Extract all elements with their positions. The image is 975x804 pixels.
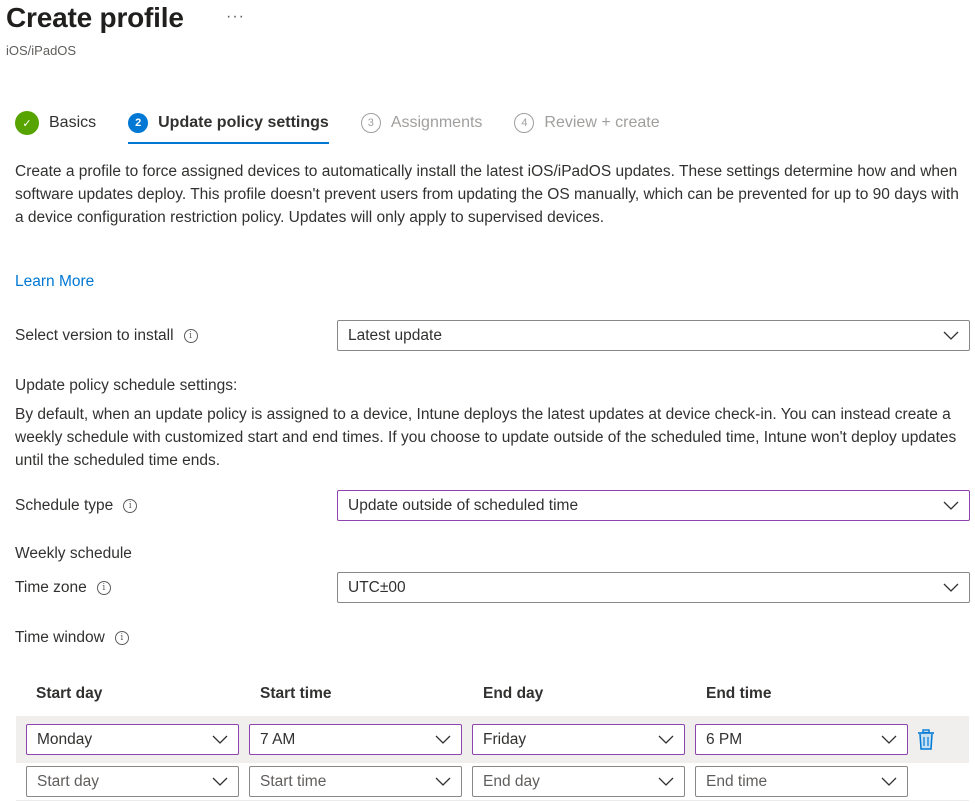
intro-description: Create a profile to force assigned devic… xyxy=(15,163,959,226)
learn-more-link[interactable]: Learn More xyxy=(15,273,94,291)
start-time-placeholder: Start time xyxy=(260,772,327,790)
step-update-policy-settings[interactable]: 2 Update policy settings xyxy=(128,110,329,144)
new-end-time-select[interactable]: End time xyxy=(695,766,908,797)
time-zone-label: Time zone i xyxy=(15,579,111,597)
column-header-end-day: End day xyxy=(483,685,544,702)
step-label: Basics xyxy=(49,114,97,131)
new-end-day-select[interactable]: End day xyxy=(472,766,685,797)
new-start-time-select[interactable]: Start time xyxy=(249,766,462,797)
step-number-icon: 3 xyxy=(360,113,381,133)
end-time-placeholder: End time xyxy=(706,772,768,790)
version-label: Select version to install i xyxy=(15,327,198,345)
schedule-description: By default, when an update policy is ass… xyxy=(15,406,957,469)
chevron-down-icon xyxy=(881,735,897,744)
chevron-down-icon xyxy=(943,331,959,340)
chevron-down-icon xyxy=(435,777,451,786)
end-day-placeholder: End day xyxy=(483,772,540,790)
chevron-down-icon xyxy=(212,735,228,744)
step-basics[interactable]: ✓ Basics xyxy=(15,110,96,136)
step-review-create[interactable]: 4 Review + create xyxy=(514,110,660,136)
end-day-value: Friday xyxy=(483,730,527,748)
end-time-select[interactable]: 6 PM xyxy=(695,724,908,755)
page-subtitle: iOS/iPadOS xyxy=(6,43,77,58)
time-zone-label-text: Time zone xyxy=(15,579,87,596)
chevron-down-icon xyxy=(658,735,674,744)
more-options-button[interactable]: ··· xyxy=(226,8,245,26)
weekly-schedule-heading: Weekly schedule xyxy=(15,545,132,562)
page-title: Create profile xyxy=(6,2,184,33)
step-label: Review + create xyxy=(544,114,660,131)
schedule-type-label: Schedule type i xyxy=(15,497,138,515)
schedule-type-select[interactable]: Update outside of scheduled time xyxy=(337,490,970,521)
schedule-type-label-text: Schedule type xyxy=(15,497,114,514)
time-zone-select[interactable]: UTC±00 xyxy=(337,572,970,603)
step-number-icon: 2 xyxy=(128,113,149,133)
start-day-value: Monday xyxy=(37,730,93,748)
version-label-text: Select version to install xyxy=(15,327,174,344)
time-window-label: Time window i xyxy=(15,629,129,647)
column-header-end-time: End time xyxy=(706,685,772,702)
info-icon[interactable]: i xyxy=(96,581,111,595)
step-label: Update policy settings xyxy=(158,114,329,131)
info-icon[interactable]: i xyxy=(114,631,129,645)
end-day-select[interactable]: Friday xyxy=(472,724,685,755)
schedule-heading: Update policy schedule settings: xyxy=(15,377,238,394)
time-zone-value: UTC±00 xyxy=(348,578,406,596)
step-assignments[interactable]: 3 Assignments xyxy=(360,110,483,136)
chevron-down-icon xyxy=(658,777,674,786)
step-number-icon: 4 xyxy=(514,113,535,133)
chevron-down-icon xyxy=(881,777,897,786)
chevron-down-icon xyxy=(212,777,228,786)
end-time-value: 6 PM xyxy=(706,730,743,748)
time-window-label-text: Time window xyxy=(15,629,105,646)
info-icon[interactable]: i xyxy=(123,499,138,513)
delete-row-icon[interactable] xyxy=(916,729,936,751)
version-select[interactable]: Latest update xyxy=(337,320,970,351)
start-time-select[interactable]: 7 AM xyxy=(249,724,462,755)
start-day-placeholder: Start day xyxy=(37,772,100,790)
chevron-down-icon xyxy=(435,735,451,744)
start-day-select[interactable]: Monday xyxy=(26,724,239,755)
wizard-steps: ✓ Basics 2 Update policy settings 3 Assi… xyxy=(15,110,692,144)
chevron-down-icon xyxy=(943,501,959,510)
step-label: Assignments xyxy=(390,114,483,131)
column-header-start-day: Start day xyxy=(36,685,103,702)
checkmark-icon: ✓ xyxy=(15,111,39,135)
version-select-value: Latest update xyxy=(348,326,442,344)
column-header-start-time: Start time xyxy=(260,685,332,702)
start-time-value: 7 AM xyxy=(260,730,296,748)
chevron-down-icon xyxy=(943,583,959,592)
info-icon[interactable]: i xyxy=(183,329,198,343)
schedule-type-value: Update outside of scheduled time xyxy=(348,496,579,514)
new-start-day-select[interactable]: Start day xyxy=(26,766,239,797)
